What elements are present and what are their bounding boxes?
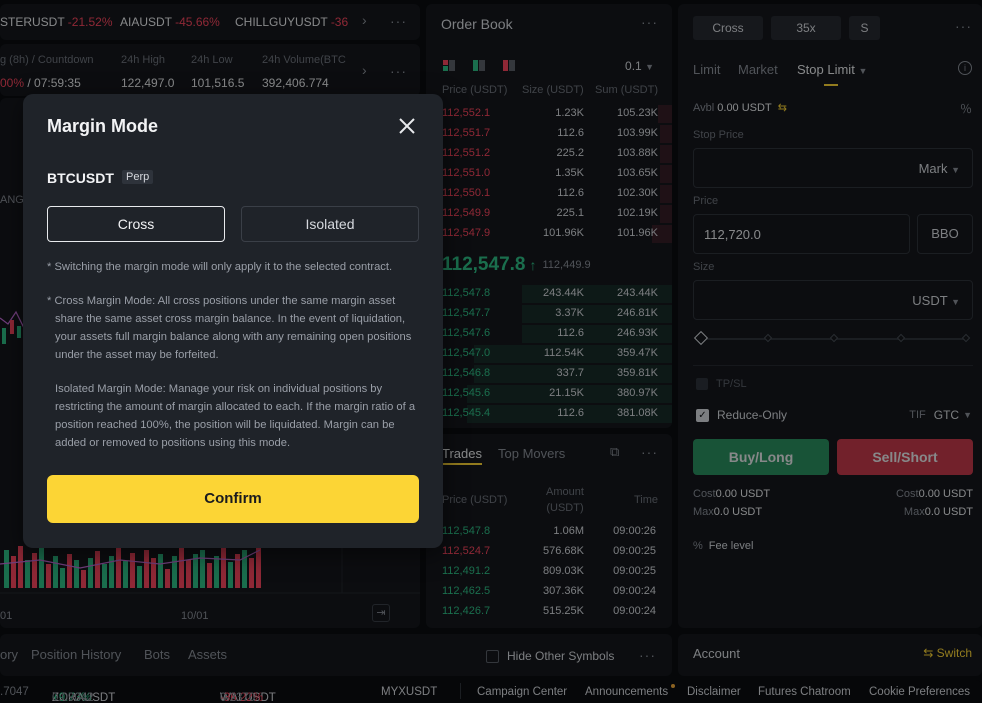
margin-mode-dialog: Margin Mode BTCUSDT Perp Cross Isolated … <box>23 94 443 548</box>
close-icon[interactable] <box>397 116 417 136</box>
contract-symbol: BTCUSDT <box>47 170 114 186</box>
contract-type-badge: Perp <box>122 170 154 184</box>
cross-option-button[interactable]: Cross <box>47 206 225 242</box>
note-cross-margin: * Cross Margin Mode: All cross positions… <box>47 295 412 361</box>
isolated-option-button[interactable]: Isolated <box>241 206 419 242</box>
note-isolated-margin: Isolated Margin Mode: Manage your risk o… <box>55 383 416 449</box>
note-switching: * Switching the margin mode will only ap… <box>47 261 393 273</box>
confirm-button[interactable]: Confirm <box>47 475 419 523</box>
dialog-title: Margin Mode <box>47 116 158 136</box>
